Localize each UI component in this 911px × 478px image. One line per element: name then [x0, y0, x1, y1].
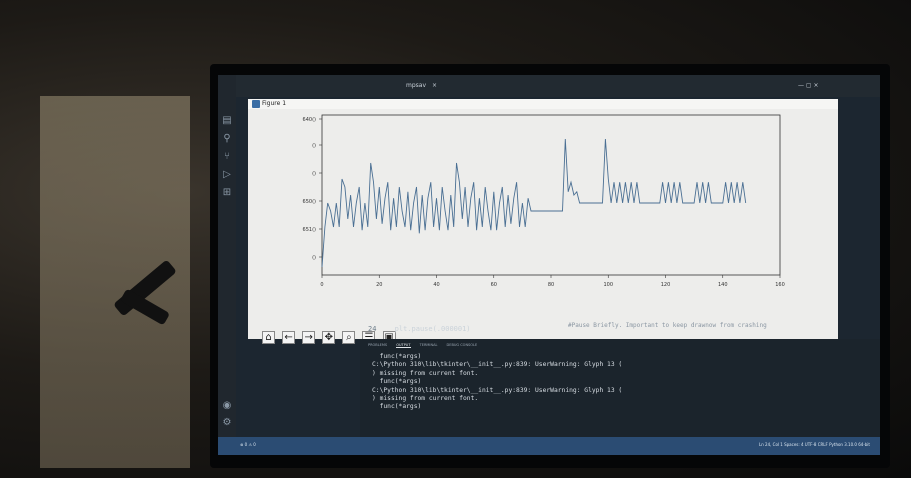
extensions-icon[interactable]: ⊞ — [221, 187, 233, 199]
y-tick-label: 640() — [303, 117, 316, 123]
editor-code-line: 24 plt.pause(.000001) — [368, 325, 471, 333]
gear-icon[interactable]: ⚙ — [221, 417, 233, 429]
y-tick-label: () — [312, 171, 316, 177]
x-tick-label: 160 — [775, 282, 785, 288]
zoom-icon[interactable]: ⌕ — [342, 331, 356, 344]
x-tick-label: 100 — [603, 282, 613, 288]
activity-bar: ▤ ⚲ ⑂ ▷ ⊞ ◉ ⚙ — [218, 75, 236, 437]
title-bar: mpsav × — ▢ × — [236, 75, 880, 97]
status-info[interactable]: Ln 24, Col 1 Spaces: 4 UTF-8 CRLF Python… — [759, 442, 870, 447]
x-tick-label: 60 — [491, 282, 497, 288]
matplotlib-figure-window: Figure 1 0 20 40 60 80 100 120 140 160 640() () () 6… — [248, 99, 838, 344]
home-icon[interactable]: ⌂ — [262, 331, 275, 344]
figure-icon — [252, 100, 260, 108]
tab-debug-console[interactable]: DEBUG CONSOLE — [447, 343, 478, 347]
screen: ▤ ⚲ ⑂ ▷ ⊞ ◉ ⚙ mpsav × — ▢ × Figure 1 0 20… — [218, 75, 880, 455]
line-chart: 0 20 40 60 80 100 120 140 160 640() () () 650() 651()… — [303, 114, 785, 288]
status-bar: ⊗ 0 ⚠ 0 Ln 24, Col 1 Spaces: 4 UTF-8 CRL… — [218, 437, 880, 455]
pan-icon[interactable]: ✥ — [322, 331, 336, 344]
x-tick-label: 40 — [433, 282, 439, 288]
back-icon[interactable]: ← — [282, 331, 296, 344]
panel-tabs: PROBLEMS OUTPUT TERMINAL DEBUG CONSOLE — [368, 343, 485, 348]
x-tick-label: 120 — [661, 282, 671, 288]
bottom-panel: PROBLEMS OUTPUT TERMINAL DEBUG CONSOLE f… — [360, 339, 880, 441]
search-icon[interactable]: ⚲ — [221, 133, 233, 145]
terminal-line: ) missing from current font. — [372, 395, 479, 403]
x-tick-label: 20 — [376, 282, 382, 288]
terminal-line: func(*args) — [372, 403, 422, 411]
account-icon[interactable]: ◉ — [221, 400, 233, 412]
figure-title-bar: Figure 1 — [248, 99, 838, 109]
y-tick-label: () — [312, 255, 316, 261]
window-controls[interactable]: — ▢ × — [798, 82, 819, 89]
editor-tab[interactable]: mpsav — [406, 82, 426, 89]
tab-problems[interactable]: PROBLEMS — [368, 343, 387, 347]
terminal-line: ) missing from current font. — [372, 369, 479, 377]
code-comment: #Pause Briefly. Important to keep drawno… — [568, 322, 767, 329]
y-tick-label: 651() — [303, 227, 316, 233]
x-tick-label: 0 — [320, 282, 323, 288]
tab-terminal[interactable]: TERMINAL — [420, 343, 438, 347]
code-text[interactable]: plt.pause(.000001) — [395, 325, 471, 333]
status-problems[interactable]: ⊗ 0 ⚠ 0 — [240, 442, 256, 447]
terminal-line: func(*args) — [372, 353, 422, 360]
paper-sheet — [40, 96, 190, 468]
figure-title: Figure 1 — [262, 100, 287, 107]
x-tick-label: 140 — [718, 282, 728, 288]
x-tick-label: 80 — [548, 282, 554, 288]
files-icon[interactable]: ▤ — [221, 115, 233, 127]
y-tick-label: () — [312, 143, 316, 149]
series-line — [321, 138, 747, 268]
source-control-icon[interactable]: ⑂ — [221, 151, 233, 163]
line-number: 24 — [368, 325, 377, 333]
close-icon[interactable]: × — [432, 82, 437, 89]
y-tick-label: 650() — [303, 199, 316, 205]
terminal-line: func(*args) — [372, 378, 422, 386]
forward-icon[interactable]: → — [302, 331, 316, 344]
tab-output[interactable]: OUTPUT — [396, 343, 411, 348]
debug-icon[interactable]: ▷ — [221, 169, 233, 181]
terminal-line: C:\Python 310\lib\tkinter\__init__.py:83… — [372, 386, 623, 394]
terminal-line: C:\Python 310\lib\tkinter\__init__.py:83… — [372, 361, 623, 369]
plot-frame — [321, 114, 781, 276]
terminal-output[interactable]: func(*args) C:\Python 310\lib\tkinter\__i… — [372, 353, 622, 412]
